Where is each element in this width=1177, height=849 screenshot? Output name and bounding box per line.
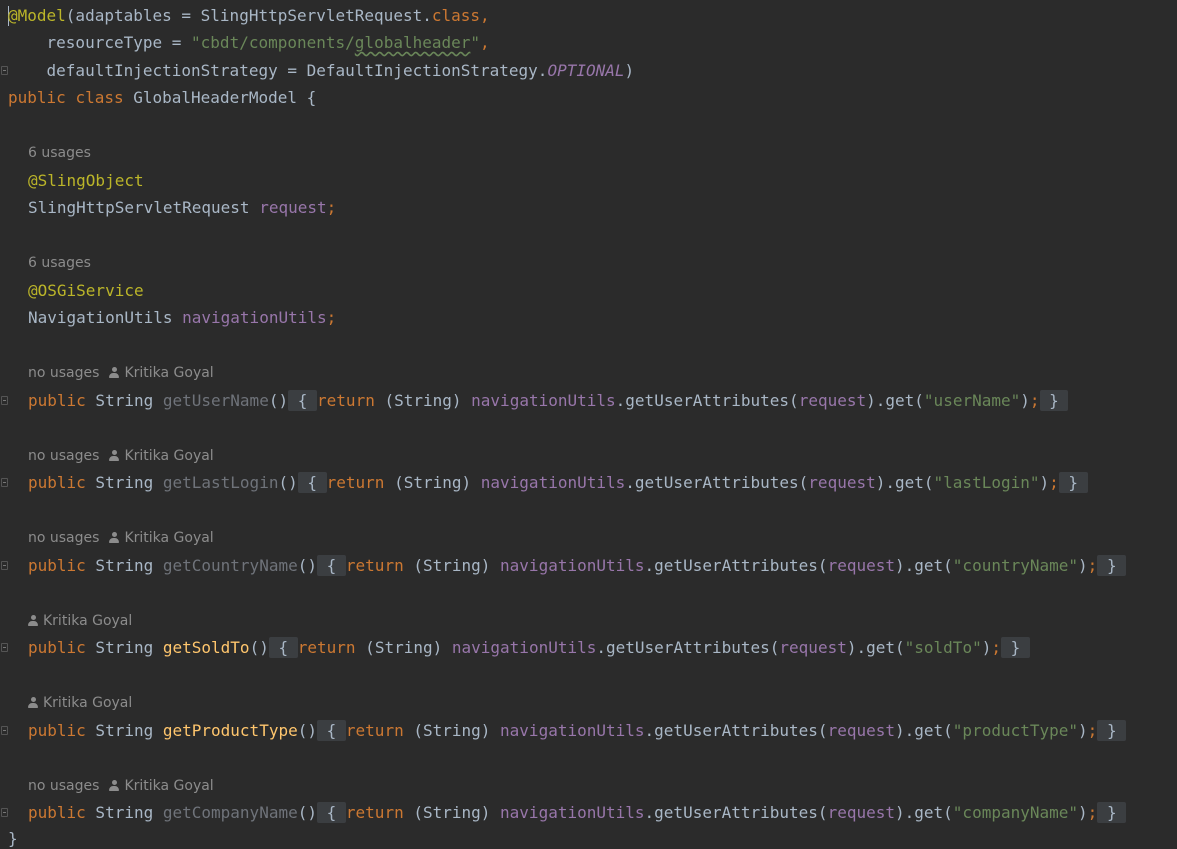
person-icon bbox=[109, 450, 120, 461]
code-line-method-get-sold-to[interactable]: public String getSoldTo() { return (Stri… bbox=[28, 637, 1030, 658]
code-line-osgi-service[interactable]: @OSGiService bbox=[28, 281, 144, 301]
method-name: getCountryName bbox=[162, 556, 298, 575]
person-icon bbox=[109, 780, 120, 791]
model-annotation: @Model bbox=[8, 6, 66, 25]
person-icon bbox=[109, 367, 120, 378]
fold-toggle-icon[interactable] bbox=[1, 808, 8, 817]
code-line-resource-type[interactable]: resourceType = "cbdt/components/globalhe… bbox=[8, 33, 490, 53]
person-icon bbox=[28, 697, 38, 708]
optional-constant: OPTIONAL bbox=[547, 61, 625, 80]
author-hint[interactable]: Kritika Goyal bbox=[28, 612, 132, 630]
fold-toggle-icon[interactable] bbox=[1, 396, 8, 405]
folded-region[interactable]: { bbox=[316, 802, 346, 823]
fold-toggle-icon[interactable] bbox=[1, 726, 8, 735]
usages-hint[interactable]: no usages Kritika Goyal bbox=[28, 529, 214, 547]
folded-region[interactable]: { bbox=[297, 472, 327, 493]
usages-hint[interactable]: no usages Kritika Goyal bbox=[28, 777, 214, 795]
usages-hint[interactable]: 6 usages bbox=[28, 254, 91, 272]
folded-region[interactable]: } bbox=[1000, 637, 1030, 658]
code-line-method-get-company-name[interactable]: public String getCompanyName() { return … bbox=[28, 802, 1127, 823]
sling-object-annotation: @SlingObject bbox=[28, 171, 144, 190]
class-name: GlobalHeaderModel { bbox=[123, 88, 317, 107]
code-line-request-field[interactable]: SlingHttpServletRequest request; bbox=[28, 198, 336, 218]
method-name: getSoldTo bbox=[162, 638, 250, 657]
folded-region[interactable]: } bbox=[1097, 802, 1127, 823]
code-line-class-declaration[interactable]: public class GlobalHeaderModel { bbox=[8, 88, 316, 108]
folded-region[interactable]: { bbox=[268, 637, 298, 658]
osgi-service-annotation: @OSGiService bbox=[28, 281, 144, 300]
method-name: getProductType bbox=[162, 721, 298, 740]
method-name: getLastLogin bbox=[162, 473, 279, 492]
person-icon bbox=[109, 532, 120, 543]
code-line-method-get-product-type[interactable]: public String getProductType() { return … bbox=[28, 720, 1127, 741]
code-line-method-get-last-login[interactable]: public String getLastLogin() { return (S… bbox=[28, 472, 1088, 493]
code-line-method-get-country-name[interactable]: public String getCountryName() { return … bbox=[28, 555, 1127, 576]
folded-region[interactable]: { bbox=[316, 720, 346, 741]
usages-hint[interactable]: no usages Kritika Goyal bbox=[28, 364, 214, 382]
fold-toggle-icon[interactable] bbox=[1, 643, 8, 652]
code-line-default-injection[interactable]: defaultInjectionStrategy = DefaultInject… bbox=[8, 61, 635, 81]
typo-warning-word[interactable]: globalheader bbox=[355, 33, 471, 52]
code-line-method-get-user-name[interactable]: public String getUserName() { return (St… bbox=[28, 390, 1069, 411]
folded-region[interactable]: } bbox=[1097, 720, 1127, 741]
usages-hint[interactable]: 6 usages bbox=[28, 144, 91, 162]
code-line-sling-object[interactable]: @SlingObject bbox=[28, 171, 144, 191]
code-line-class-closing-brace[interactable]: } bbox=[8, 829, 18, 849]
code-line-navigation-utils-field[interactable]: NavigationUtils navigationUtils; bbox=[28, 308, 336, 328]
code-editor[interactable]: @Model(adaptables = SlingHttpServletRequ… bbox=[0, 0, 1177, 849]
method-name: getCompanyName bbox=[162, 803, 298, 822]
fold-toggle-icon[interactable] bbox=[1, 478, 8, 487]
method-name: getUserName bbox=[162, 391, 269, 410]
author-hint[interactable]: Kritika Goyal bbox=[28, 694, 132, 712]
folded-region[interactable]: } bbox=[1058, 472, 1088, 493]
folded-region[interactable]: } bbox=[1097, 555, 1127, 576]
usages-hint[interactable]: no usages Kritika Goyal bbox=[28, 447, 214, 465]
folded-region[interactable]: } bbox=[1039, 390, 1069, 411]
code-line-model-annotation[interactable]: @Model(adaptables = SlingHttpServletRequ… bbox=[8, 6, 490, 26]
folded-region[interactable]: { bbox=[288, 390, 318, 411]
folded-region[interactable]: { bbox=[316, 555, 346, 576]
fold-toggle-icon[interactable] bbox=[1, 66, 8, 75]
person-icon bbox=[28, 615, 38, 626]
fold-toggle-icon[interactable] bbox=[1, 561, 8, 570]
